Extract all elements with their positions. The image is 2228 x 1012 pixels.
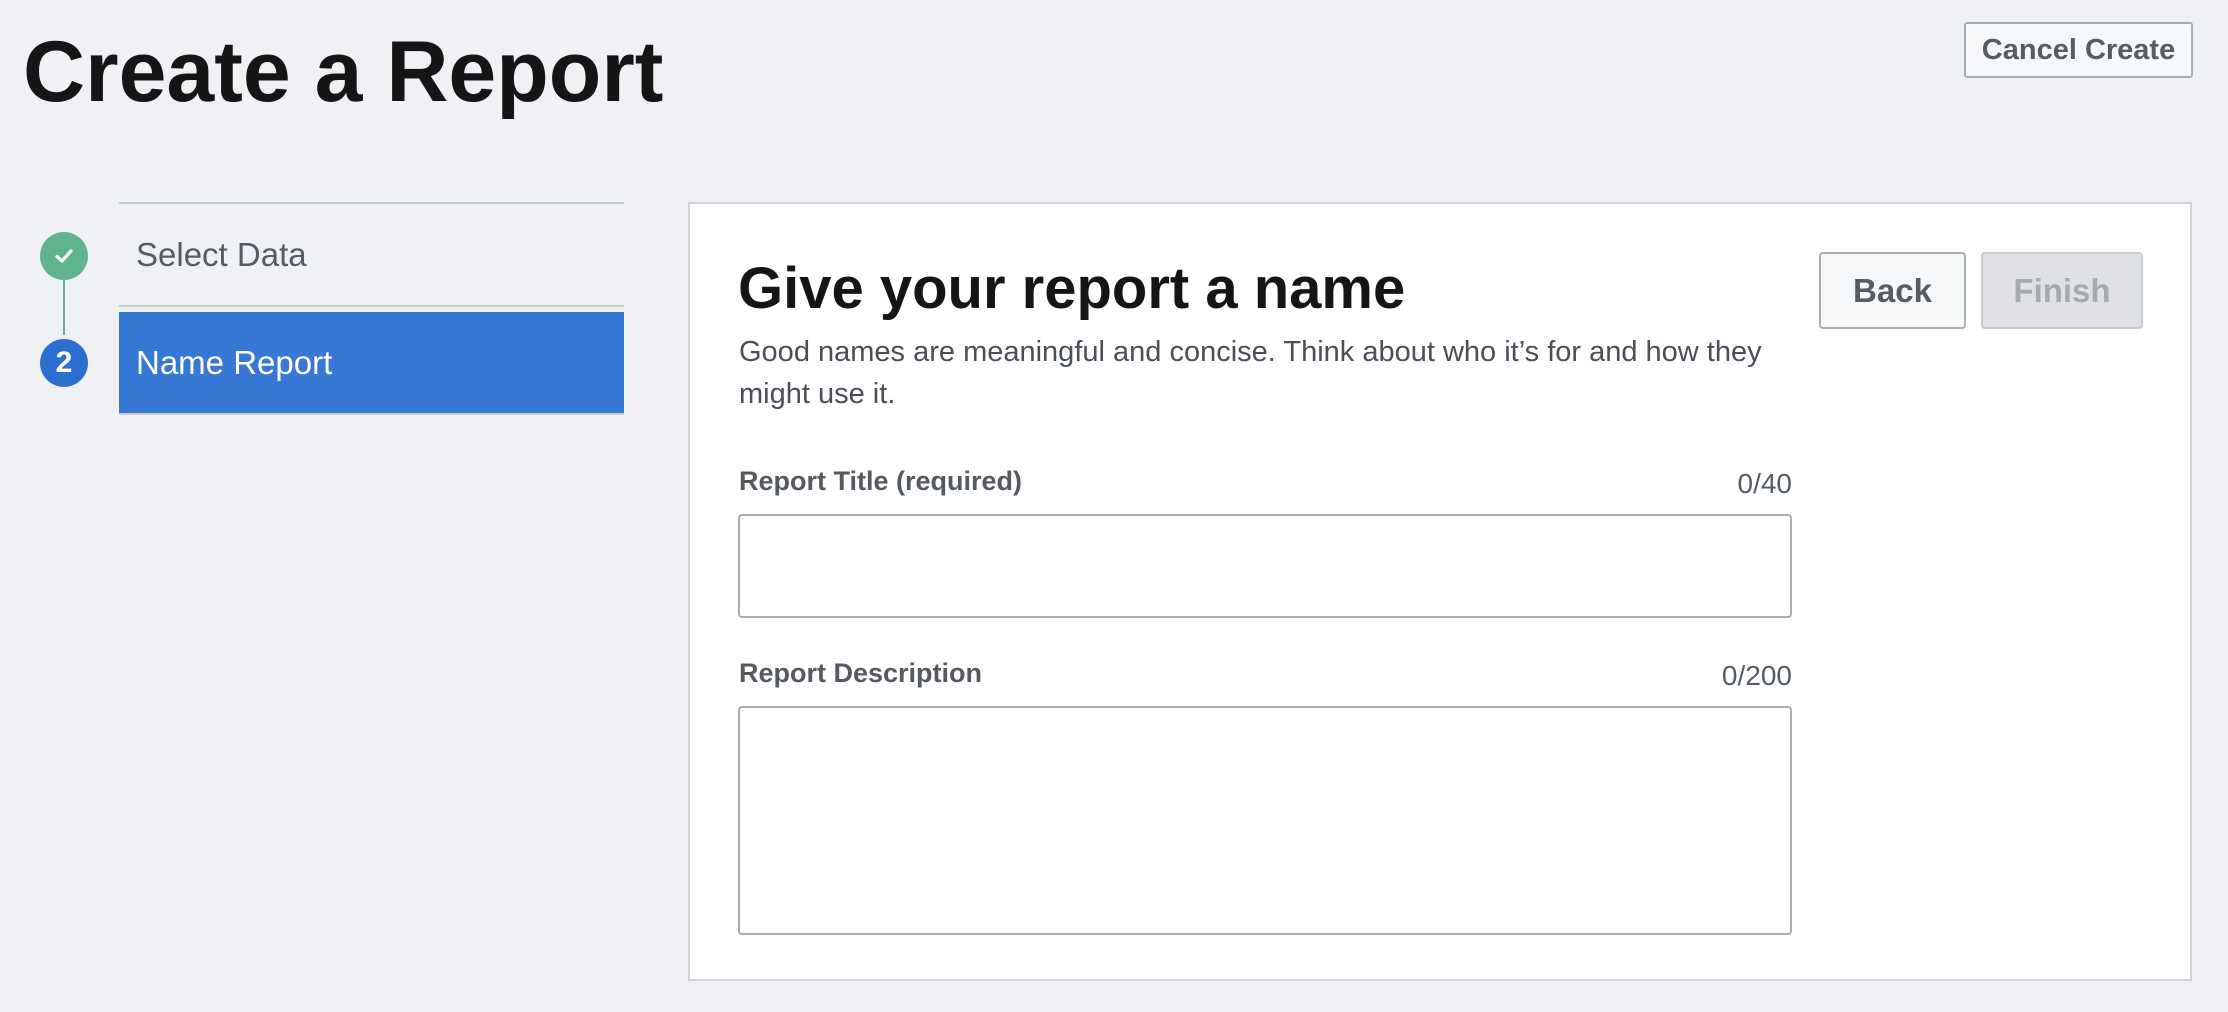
report-title-char-count: 0/40 (1737, 468, 1793, 499)
report-title-label: Report Title (required) (739, 466, 1023, 496)
report-description-label: Report Description (739, 658, 983, 688)
step-navigation: 2 Select Data Name Report (0, 202, 630, 422)
check-icon (55, 249, 73, 263)
step-number-indicator: 2 (40, 339, 88, 387)
report-title-input[interactable] (738, 514, 1792, 618)
cancel-create-button[interactable]: Cancel Create (1964, 22, 2193, 78)
step-connector (63, 280, 65, 335)
finish-button[interactable]: Finish (1981, 252, 2143, 329)
report-description-input[interactable] (738, 706, 1792, 935)
report-description-char-count: 0/200 (1721, 660, 1792, 691)
step-complete-indicator (40, 232, 88, 280)
step-name-report[interactable]: Name Report (119, 312, 624, 415)
step-label: Select Data (136, 235, 307, 273)
card-description: Good names are meaningful and concise. T… (739, 336, 1762, 410)
step-select-data[interactable]: Select Data (119, 204, 624, 307)
name-report-card: Give your report a name Good names are m… (688, 202, 2192, 981)
card-title: Give your report a name (738, 256, 1406, 321)
back-button[interactable]: Back (1819, 252, 1966, 329)
step-label: Name Report (136, 343, 333, 381)
page-title: Create a Report (23, 24, 664, 120)
